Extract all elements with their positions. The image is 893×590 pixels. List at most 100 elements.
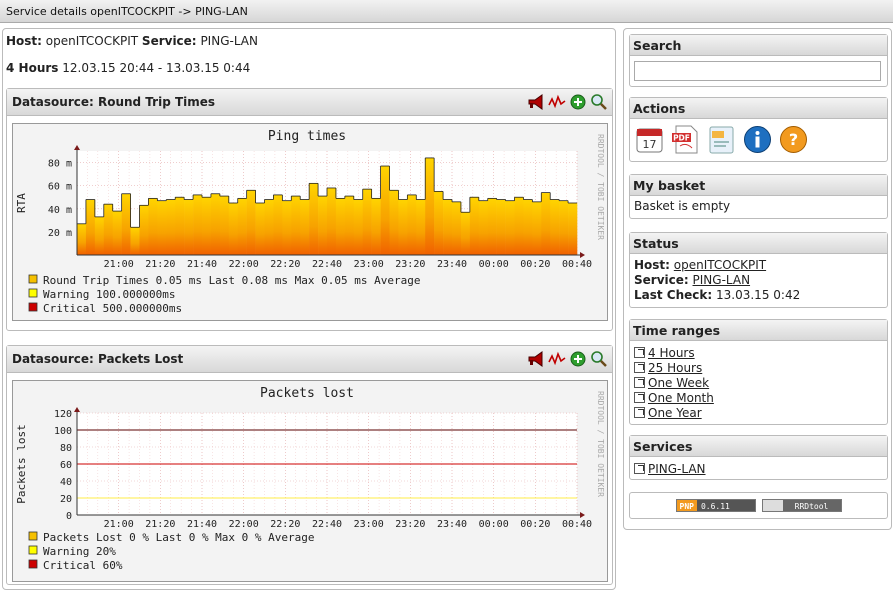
pdf-icon[interactable]: PDF <box>670 124 701 155</box>
area-bar <box>112 211 122 255</box>
rrdtool-watermark: RRDTOOL / TOBI OETIKER <box>596 391 605 497</box>
y-axis-arrow <box>74 407 80 412</box>
x-tick-label: 21:40 <box>187 519 217 530</box>
xml-icon[interactable] <box>706 124 737 155</box>
service-item[interactable]: PING-LAN <box>634 461 883 476</box>
search-box: Search <box>629 34 888 87</box>
x-tick-label: 00:40 <box>562 519 592 530</box>
alert-horn-icon[interactable] <box>527 350 545 368</box>
external-link-icon <box>634 407 645 418</box>
help-icon[interactable]: ? <box>778 124 809 155</box>
status-service-row: Service: PING-LAN <box>634 273 751 287</box>
x-tick-label: 23:40 <box>437 519 467 530</box>
datasource-title: Datasource: Round Trip Times <box>12 95 216 109</box>
area-bar <box>228 203 239 255</box>
area-bar <box>425 157 435 255</box>
y-axis-arrow <box>74 145 80 150</box>
area-bar <box>469 197 480 255</box>
status-check-row: Last Check: 13.03.15 0:42 <box>634 288 801 302</box>
status-service-link[interactable]: PING-LAN <box>693 273 751 287</box>
x-tick-label: 22:20 <box>270 519 300 530</box>
packets-lost-chart: Packets lost Packets lost RRDTOOL / TOBI O… <box>15 386 605 572</box>
graph-image-rtt[interactable]: Ping times RTA RRDTOOL / TOBI OETIKER 80 m 6… <box>12 123 608 321</box>
chart-title: Packets lost <box>260 386 354 401</box>
status-title: Status <box>630 233 887 254</box>
area-bar <box>460 212 471 255</box>
chart-title: Ping times <box>268 129 346 144</box>
status-host-link[interactable]: openITCOCKPIT <box>674 258 766 272</box>
time-range-item[interactable]: 4 Hours <box>634 345 883 360</box>
time-range-item[interactable]: 25 Hours <box>634 360 883 375</box>
external-link-icon <box>634 362 645 373</box>
area-bar <box>300 199 310 255</box>
area-bar <box>148 198 158 255</box>
area-bar <box>362 189 372 255</box>
time-range-item[interactable]: One Year <box>634 405 883 420</box>
datasource-icons <box>527 93 608 111</box>
alert-horn-icon[interactable] <box>527 93 545 111</box>
time-range-item[interactable]: One Month <box>634 390 883 405</box>
legend-label: Warning 100.000000ms <box>43 288 175 301</box>
host-value: openITCOCKPIT <box>45 34 139 48</box>
add-icon[interactable] <box>569 350 587 368</box>
time-range-item[interactable]: One Week <box>634 375 883 390</box>
ping-times-chart: Ping times RTA RRDTOOL / TOBI OETIKER 80 m 6… <box>15 129 605 315</box>
x-tick-label: 00:00 <box>479 519 509 530</box>
host-service-line: Host: openITCOCKPIT Service: PING-LAN <box>6 34 258 48</box>
info-icon[interactable] <box>742 124 773 155</box>
service-value: PING-LAN <box>200 34 258 48</box>
main-panel: Host: openITCOCKPIT Service: PING-LAN 4 … <box>2 28 616 590</box>
external-link-icon <box>634 377 645 388</box>
area-bar <box>94 216 105 255</box>
y-tick-label: 20 <box>60 494 72 505</box>
legend-label: Warning 20% <box>43 545 116 558</box>
graph-image-packets[interactable]: Packets lost Packets lost RRDTOOL / TOBI O… <box>12 380 608 582</box>
svg-text:17: 17 <box>643 138 657 151</box>
datasource-title: Datasource: Packets Lost <box>12 352 184 366</box>
legend-label: Critical 60% <box>43 559 123 572</box>
range-value: 12.03.15 20:44 - 13.03.15 0:44 <box>62 61 251 75</box>
x-tick-label: 22:20 <box>270 259 300 270</box>
external-link-icon <box>634 392 645 403</box>
area-bar <box>398 199 408 255</box>
y-tick-label: 40 m <box>48 205 72 216</box>
zoom-icon[interactable] <box>590 350 608 368</box>
page-title: Service details openITCOCKPIT -> PING-LA… <box>6 5 248 18</box>
x-tick-label: 22:00 <box>229 519 259 530</box>
x-tick-label: 21:00 <box>104 259 134 270</box>
graph-icon[interactable] <box>548 93 566 111</box>
x-axis-arrow <box>580 512 585 518</box>
calendar-icon[interactable]: 17 <box>634 124 665 155</box>
add-icon[interactable] <box>569 93 587 111</box>
legend-label: Critical 500.000000ms <box>43 302 182 315</box>
pnp-badge[interactable]: PNP 0.6.11 <box>675 499 756 512</box>
area-bar <box>85 199 96 255</box>
x-tick-label: 22:40 <box>312 519 342 530</box>
datasource-icons <box>527 350 608 368</box>
title-bar: Service details openITCOCKPIT -> PING-LA… <box>0 0 893 23</box>
datasource-header: Datasource: Round Trip Times <box>7 89 612 116</box>
rrdtool-badge[interactable]: RRDtool <box>761 499 842 512</box>
area-bar <box>541 192 551 255</box>
area-bar <box>273 194 283 255</box>
range-line: 4 Hours 12.03.15 20:44 - 13.03.15 0:44 <box>6 61 250 75</box>
y-tick-label: 120 <box>54 409 72 420</box>
area-bar <box>452 201 462 255</box>
datasource-panel-rtt: Datasource: Round Trip Times Ping times R… <box>6 88 613 331</box>
legend-swatch <box>28 274 38 284</box>
graph-icon[interactable] <box>548 350 566 368</box>
y-axis-label: Packets lost <box>15 424 28 503</box>
x-tick-label: 21:00 <box>104 519 134 530</box>
legend-label: Packets Lost 0 % Last 0 % Max 0 % Averag… <box>43 531 315 544</box>
zoom-icon[interactable] <box>590 93 608 111</box>
datasource-panel-packets: Datasource: Packets Lost Packets lost Pac… <box>6 345 613 585</box>
status-box: Status Host: openITCOCKPIT Service: PING… <box>629 232 888 308</box>
range-label: 4 Hours <box>6 61 59 75</box>
y-tick-label: 80 <box>60 443 72 454</box>
area-bar <box>434 191 444 255</box>
search-input[interactable] <box>634 61 881 81</box>
datasource-header: Datasource: Packets Lost <box>7 346 612 373</box>
search-title: Search <box>630 35 887 56</box>
area-bar <box>237 198 247 255</box>
external-link-icon <box>634 347 645 358</box>
